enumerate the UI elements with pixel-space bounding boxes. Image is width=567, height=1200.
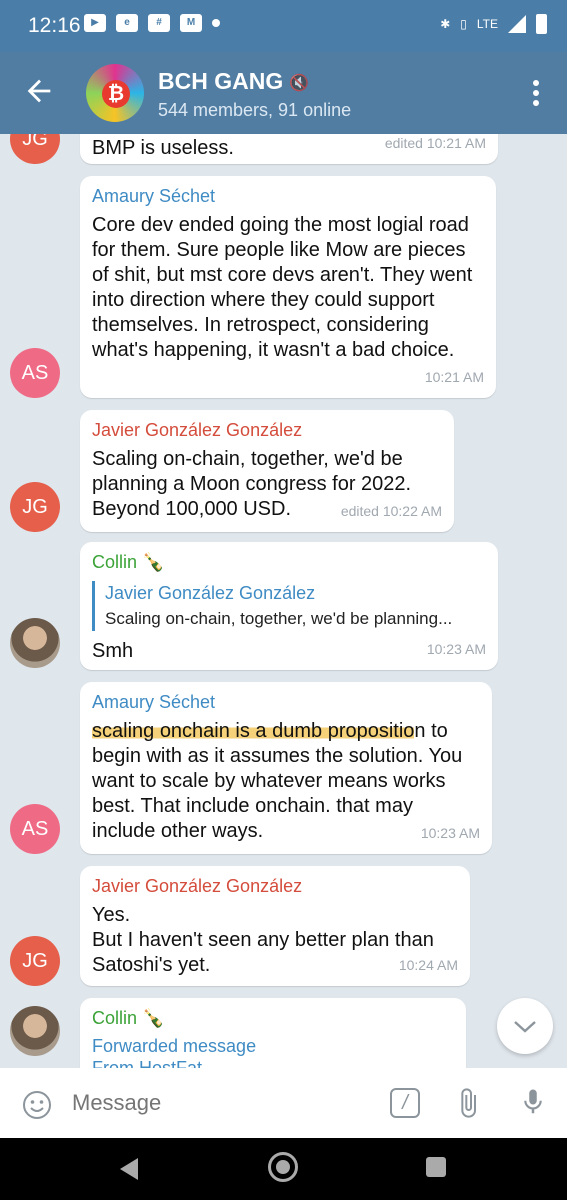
bitcoin-icon: ₿ — [102, 80, 130, 108]
message-bubble[interactable]: Amaury Séchet scaling onchain is a dumb … — [80, 682, 492, 854]
forward-from[interactable]: From HostFat — [92, 1057, 454, 1068]
sender-name[interactable]: Javier González González — [92, 874, 458, 899]
message-text: scaling onchain is a dumb proposition to… — [92, 719, 472, 844]
emoji-icon[interactable] — [22, 1090, 52, 1120]
status-time: 12:16 — [28, 14, 81, 37]
message-time: 10:23 AM — [420, 825, 480, 841]
system-icons: ✱ ▯ LTE — [440, 14, 547, 34]
attach-icon[interactable] — [452, 1086, 484, 1120]
chat-header: ₿ BCH GANG 🔇 544 members, 91 online — [0, 52, 567, 134]
message-list[interactable]: JG BMP is useless. edited 10:21 AM Amaur… — [0, 134, 567, 1068]
message-time: 10:23 AM — [426, 641, 486, 657]
ebay-icon: e — [116, 14, 138, 32]
avatar[interactable]: JG — [10, 936, 60, 986]
network-label: LTE — [476, 17, 498, 31]
message-bubble[interactable]: BMP is useless. edited 10:21 AM — [80, 134, 498, 164]
message-bubble[interactable]: Collin 🍾 Forwarded message From HostFat — [80, 998, 466, 1068]
group-name: BCH GANG — [158, 68, 284, 94]
gmail-icon: M — [180, 14, 202, 32]
slack-icon: # — [148, 14, 170, 32]
sender-name[interactable]: Amaury Séchet — [92, 184, 484, 209]
avatar[interactable]: AS — [10, 348, 60, 398]
sender-name[interactable]: Collin 🍾 — [92, 550, 486, 575]
avatar[interactable]: JG — [10, 134, 60, 164]
message-bubble[interactable]: Amaury Séchet Core dev ended going the m… — [80, 176, 496, 398]
highlighted-text: scaling onchain is a dumb propositio — [92, 720, 415, 742]
android-nav-bar — [0, 1138, 567, 1200]
group-title[interactable]: BCH GANG 🔇 — [158, 68, 309, 95]
notification-icons: ▶ e # M — [84, 14, 220, 32]
sender-name[interactable]: Amaury Séchet — [92, 690, 480, 715]
nav-back-icon[interactable] — [120, 1158, 138, 1180]
avatar[interactable]: AS — [10, 804, 60, 854]
reply-sender: Javier González González — [105, 583, 316, 603]
message-bubble[interactable]: Javier González González Yes. But I have… — [80, 866, 470, 986]
message-bubble[interactable]: Javier González González Scaling on-chai… — [80, 410, 454, 532]
status-bar: 12:16 ▶ e # M ✱ ▯ LTE — [0, 0, 567, 52]
message-time: edited 10:21 AM — [384, 135, 486, 151]
message-time: 10:24 AM — [398, 957, 458, 973]
youtube-icon: ▶ — [84, 14, 106, 32]
vibrate-icon: ▯ — [460, 17, 467, 31]
group-avatar[interactable]: ₿ — [86, 64, 144, 122]
sender-name[interactable]: Collin 🍾 — [92, 1006, 454, 1031]
message-time: edited 10:22 AM — [340, 503, 442, 519]
dot-icon — [212, 19, 220, 27]
scroll-down-button[interactable] — [497, 998, 553, 1054]
forward-label: Forwarded message — [92, 1036, 257, 1056]
message-bubble[interactable]: Collin 🍾 Javier González González Scalin… — [80, 542, 498, 670]
group-subtitle: 544 members, 91 online — [158, 100, 352, 120]
back-arrow-icon[interactable] — [22, 74, 56, 108]
muted-icon: 🔇 — [289, 74, 310, 92]
reply-preview[interactable]: Javier González González Scaling on-chai… — [92, 581, 486, 631]
message-composer: / — [0, 1068, 567, 1138]
message-text: BMP is useless. — [92, 137, 234, 159]
signal-icon — [508, 15, 526, 33]
bot-command-icon[interactable]: / — [390, 1088, 420, 1118]
avatar[interactable] — [10, 618, 60, 668]
reply-text: Scaling on-chain, together, we'd be plan… — [105, 609, 453, 628]
avatar[interactable]: JG — [10, 482, 60, 532]
sender-name[interactable]: Javier González González — [92, 418, 442, 443]
more-menu-icon[interactable] — [533, 80, 541, 110]
chevron-down-icon — [514, 1021, 536, 1033]
battery-icon — [536, 14, 547, 34]
message-time: 10:21 AM — [424, 369, 484, 385]
message-input[interactable] — [70, 1082, 374, 1124]
nav-home-icon[interactable] — [268, 1152, 298, 1182]
message-text-line1: Yes. — [92, 904, 131, 926]
message-text: Core dev ended going the most logial roa… — [92, 214, 473, 361]
nav-recents-icon[interactable] — [426, 1157, 446, 1177]
microphone-icon[interactable] — [518, 1084, 548, 1120]
bluetooth-icon: ✱ — [440, 17, 451, 31]
avatar[interactable] — [10, 1006, 60, 1056]
